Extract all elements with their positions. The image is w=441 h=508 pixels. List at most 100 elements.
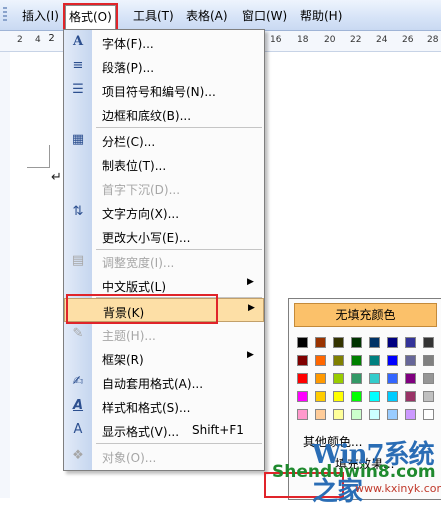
styles-icon: A (72, 398, 84, 413)
color-swatch[interactable] (423, 355, 434, 366)
color-swatch[interactable] (315, 337, 326, 348)
ruler-number: 24 (376, 35, 388, 45)
color-swatch[interactable] (333, 337, 344, 348)
color-swatch[interactable] (333, 355, 344, 366)
menu-item-text-direction[interactable]: ⇅ 文字方向(X)... (64, 200, 264, 224)
ruler-number: 16 (270, 35, 282, 45)
color-swatch[interactable] (297, 391, 308, 402)
color-swatch[interactable] (297, 355, 308, 366)
no-fill-button[interactable]: 无填充颜色 (294, 303, 437, 327)
menu-item-autoformat[interactable]: ✍ 自动套用格式(A)... (64, 370, 264, 394)
paragraph-mark: ↵ (51, 170, 62, 185)
object-icon: ❖ (72, 448, 84, 463)
color-swatch[interactable] (405, 337, 416, 348)
menu-item-label: 字体(F)... (102, 37, 154, 51)
ruler-number: 28 (427, 35, 439, 45)
toolbar-grip[interactable] (3, 7, 7, 23)
color-swatch[interactable] (387, 391, 398, 402)
color-swatch[interactable] (405, 355, 416, 366)
autoformat-icon: ✍ (72, 374, 84, 389)
color-swatch[interactable] (387, 373, 398, 384)
menu-item-label: 框架(R) (102, 353, 144, 367)
menu-item-change-case[interactable]: 更改大小写(E)... (64, 224, 264, 248)
menu-tools[interactable]: 工具(T) (130, 7, 177, 25)
color-swatch[interactable] (315, 373, 326, 384)
color-swatch[interactable] (423, 391, 434, 402)
color-swatch[interactable] (405, 409, 416, 420)
menu-item-frames[interactable]: 框架(R) ▶ (64, 346, 264, 370)
menu-item-borders[interactable]: 边框和底纹(B)... (64, 102, 264, 126)
color-swatch[interactable] (387, 409, 398, 420)
color-swatch[interactable] (423, 373, 434, 384)
ruler-number: 20 (324, 35, 336, 45)
menu-help[interactable]: 帮助(H) (297, 7, 345, 25)
page-margin-marker (27, 145, 50, 168)
color-swatch[interactable] (333, 391, 344, 402)
menu-item-bullets[interactable]: ☰ 项目符号和编号(N)... (64, 78, 264, 102)
paragraph-icon: ≡ (72, 58, 84, 73)
color-swatch[interactable] (351, 391, 362, 402)
color-swatch[interactable] (333, 409, 344, 420)
color-swatch[interactable] (423, 409, 434, 420)
text-direction-icon: ⇅ (72, 204, 84, 219)
menu-bar: 插入(I) 格式(O) 工具(T) 表格(A) 窗口(W) 帮助(H) (0, 0, 441, 32)
color-swatch[interactable] (351, 355, 362, 366)
submenu-arrow-icon: ▶ (247, 350, 254, 360)
color-swatch[interactable] (297, 409, 308, 420)
menu-item-styles[interactable]: A 样式和格式(S)... (64, 394, 264, 418)
color-swatch[interactable] (315, 355, 326, 366)
ruler-number: 2 (17, 35, 23, 45)
bullets-icon: ☰ (72, 82, 84, 97)
menu-item-label: 样式和格式(S)... (102, 401, 191, 415)
menu-item-label: 对象(O)... (102, 451, 157, 465)
color-swatch[interactable] (387, 355, 398, 366)
ruler-number: 22 (350, 35, 362, 45)
menu-item-paragraph[interactable]: ≡ 段落(P)... (64, 54, 264, 78)
color-swatch[interactable] (333, 373, 344, 384)
menu-item-drop-cap: 首字下沉(D)... (64, 176, 264, 200)
submenu-arrow-icon: ▶ (247, 277, 254, 287)
color-swatch[interactable] (405, 373, 416, 384)
watermark-site-secondary: www.kxinyk.com (355, 482, 441, 495)
color-swatch[interactable] (297, 337, 308, 348)
menu-item-tabs[interactable]: 制表位(T)... (64, 152, 264, 176)
color-swatch[interactable] (369, 391, 380, 402)
color-swatch[interactable] (369, 355, 380, 366)
color-swatch[interactable] (405, 391, 416, 402)
menu-item-label: 自动套用格式(A)... (102, 377, 204, 391)
color-swatch[interactable] (315, 391, 326, 402)
menu-format[interactable]: 格式(O) (63, 3, 118, 32)
theme-icon: ✎ (72, 326, 84, 341)
color-swatch[interactable] (315, 409, 326, 420)
ruler-number: 4 (35, 35, 41, 45)
menu-window[interactable]: 窗口(W) (239, 7, 290, 25)
menu-item-columns[interactable]: ▦ 分栏(C)... (64, 128, 264, 152)
menu-item-label: 首字下沉(D)... (102, 183, 181, 197)
watermark-site: Shenduwin8.com (272, 462, 436, 482)
indent-marker[interactable]: 2 (47, 33, 56, 49)
vertical-ruler (0, 52, 10, 498)
font-icon: A (72, 34, 84, 49)
reveal-format-icon: A (73, 422, 83, 437)
color-swatch[interactable] (369, 373, 380, 384)
menu-item-label: 分栏(C)... (102, 135, 156, 149)
color-swatch[interactable] (369, 337, 380, 348)
menu-item-label: 显示格式(V)... (102, 425, 180, 439)
color-swatch[interactable] (297, 373, 308, 384)
submenu-arrow-icon: ▶ (248, 303, 255, 313)
menu-item-reveal-formatting[interactable]: A 显示格式(V)... Shift+F1 (64, 418, 264, 442)
color-swatch[interactable] (369, 409, 380, 420)
color-swatch[interactable] (351, 373, 362, 384)
color-swatch[interactable] (351, 409, 362, 420)
menu-item-label: 调整宽度(I)... (102, 256, 175, 270)
color-swatch[interactable] (387, 337, 398, 348)
color-swatch[interactable] (423, 337, 434, 348)
menu-item-shortcut: Shift+F1 (192, 423, 244, 437)
menu-item-label: 段落(P)... (102, 61, 155, 75)
background-highlight-box (66, 294, 218, 324)
menu-insert[interactable]: 插入(I) (19, 7, 62, 25)
menu-item-label: 更改大小写(E)... (102, 231, 191, 245)
menu-item-font[interactable]: A 字体(F)... (64, 30, 264, 54)
color-swatch[interactable] (351, 337, 362, 348)
menu-table[interactable]: 表格(A) (183, 7, 231, 25)
